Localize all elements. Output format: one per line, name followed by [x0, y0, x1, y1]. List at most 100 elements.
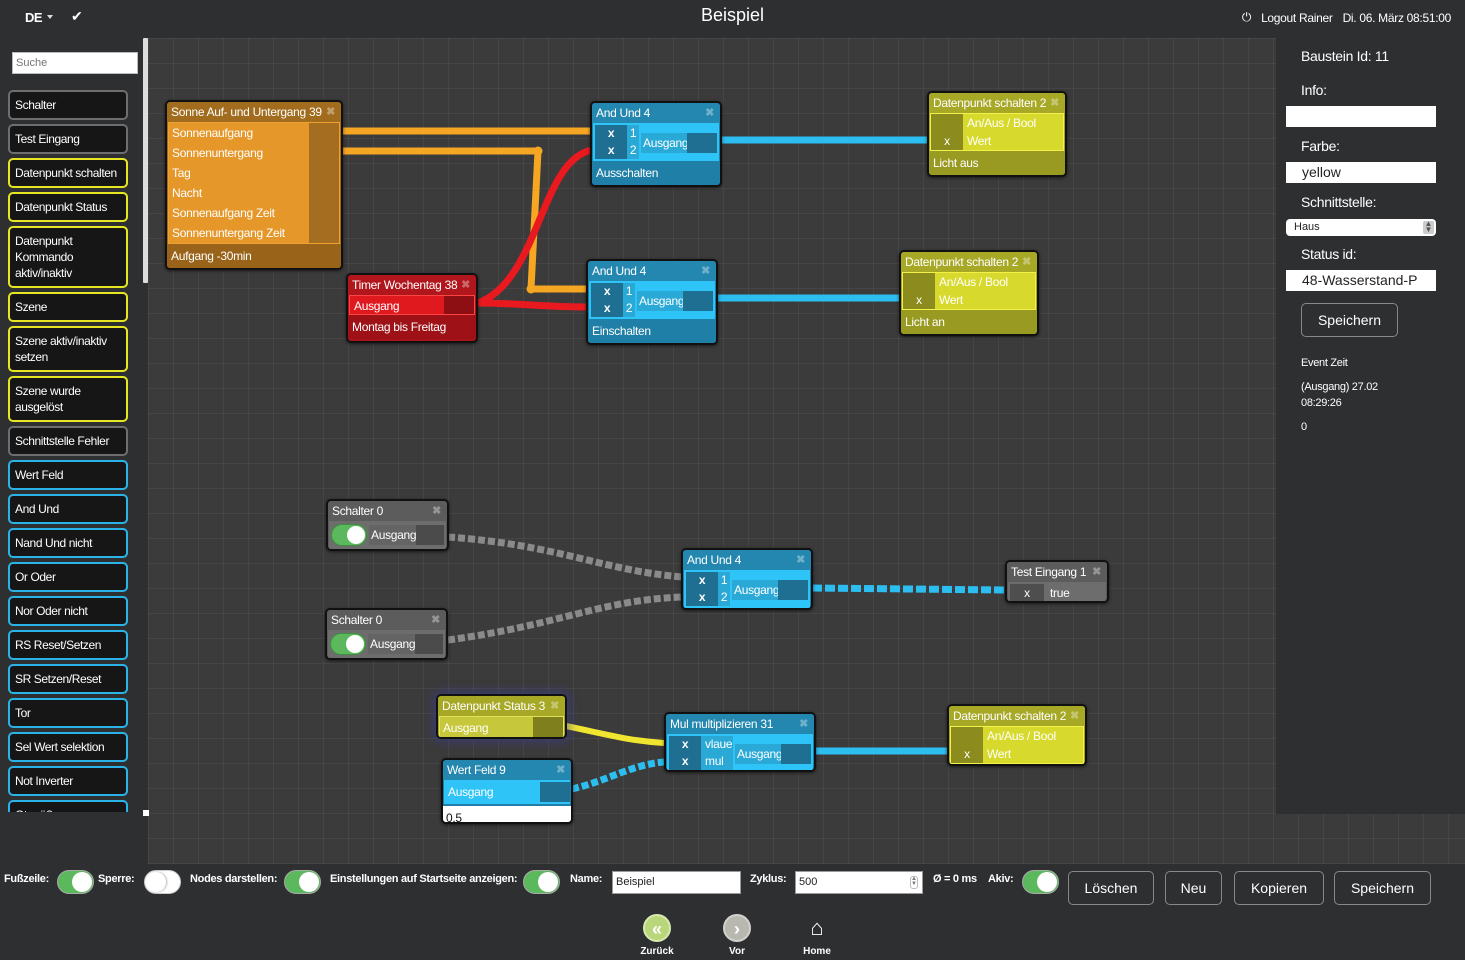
- output-port[interactable]: [416, 525, 444, 545]
- input-port[interactable]: x: [903, 291, 935, 309]
- palette-item[interactable]: And Und: [8, 494, 128, 524]
- palette-item[interactable]: Wert Feld: [8, 460, 128, 490]
- palette-item[interactable]: Datenpunkt schalten: [8, 158, 128, 188]
- palette-item[interactable]: Szene: [8, 292, 128, 322]
- node-header[interactable]: Wert Feld 9 ✖: [443, 760, 571, 780]
- back-nav[interactable]: « Zurück: [632, 914, 682, 957]
- palette-item[interactable]: Sel Wert selektion: [8, 732, 128, 762]
- palette-item[interactable]: Schalter: [8, 90, 128, 120]
- logout-link[interactable]: Logout Rainer: [1261, 11, 1333, 25]
- input-port[interactable]: [951, 727, 983, 745]
- palette-item[interactable]: RS Reset/Setzen: [8, 630, 128, 660]
- node-test-eingang[interactable]: Test Eingang 1 ✖ x true: [1005, 560, 1109, 603]
- nodes-toggle[interactable]: [284, 870, 321, 894]
- close-icon[interactable]: ✖: [550, 696, 559, 716]
- input-port[interactable]: x: [591, 283, 623, 300]
- output-port[interactable]: [778, 580, 808, 600]
- node-header[interactable]: Datenpunkt schalten 2 ✖: [901, 252, 1037, 272]
- node-header[interactable]: Timer Wochentag 38 ✖: [348, 275, 476, 295]
- spinner-icon[interactable]: ▲ ▼: [910, 876, 918, 889]
- status-id-input[interactable]: 48-Wasserstand-P: [1286, 270, 1436, 291]
- startseite-toggle[interactable]: [523, 870, 560, 894]
- switch-toggle[interactable]: [331, 524, 367, 546]
- node-header[interactable]: Datenpunkt schalten 2 ✖: [929, 93, 1065, 113]
- close-icon[interactable]: ✖: [1050, 93, 1059, 113]
- close-icon[interactable]: ✖: [799, 714, 808, 734]
- node-and-ausschalten[interactable]: And Und 4 ✖ x x 1 2 Ausgang Ausschalten: [590, 101, 722, 187]
- aktiv-toggle[interactable]: [1022, 870, 1059, 894]
- palette-item[interactable]: Or Oder: [8, 562, 128, 592]
- palette-item[interactable]: Tor: [8, 698, 128, 728]
- palette-item[interactable]: Nor Oder nicht: [8, 596, 128, 626]
- palette-item[interactable]: Datenpunkt Kommando aktiv/inaktiv: [8, 226, 128, 288]
- close-icon[interactable]: ✖: [796, 550, 805, 570]
- node-sun[interactable]: Sonne Auf- und Untergang 39 ✖ Sonnenaufga…: [165, 100, 343, 270]
- node-header[interactable]: Sonne Auf- und Untergang 39 ✖: [167, 102, 341, 122]
- output-port[interactable]: [309, 143, 339, 163]
- info-input[interactable]: [1286, 106, 1436, 127]
- output-port[interactable]: [415, 634, 443, 654]
- output-port[interactable]: [309, 123, 339, 143]
- output-port[interactable]: [309, 223, 339, 243]
- output-port[interactable]: [683, 291, 713, 311]
- output-port[interactable]: [444, 296, 474, 314]
- close-icon[interactable]: ✖: [1092, 562, 1101, 582]
- input-port[interactable]: x: [1010, 584, 1044, 601]
- node-dp-status[interactable]: Datenpunkt Status 3 ✖ Ausgang: [436, 694, 567, 739]
- node-switch-b[interactable]: Schalter 0 ✖ Ausgang: [325, 608, 448, 660]
- schnittstelle-select[interactable]: Haus ▲ ▼: [1286, 219, 1436, 236]
- power-icon[interactable]: ⏻: [1242, 10, 1252, 25]
- switch-toggle[interactable]: [330, 633, 366, 655]
- close-icon[interactable]: ✖: [705, 103, 714, 123]
- close-icon[interactable]: ✖: [1022, 252, 1031, 272]
- close-icon[interactable]: ✖: [556, 760, 565, 780]
- copy-button[interactable]: Kopieren: [1234, 871, 1324, 905]
- palette-item[interactable]: Schnittstelle Fehler: [8, 426, 128, 456]
- input-port[interactable]: x: [686, 589, 718, 606]
- palette-item[interactable]: Nand Und nicht: [8, 528, 128, 558]
- node-header[interactable]: And Und 4 ✖: [683, 550, 811, 570]
- input-port[interactable]: x: [669, 736, 701, 753]
- node-header[interactable]: And Und 4 ✖: [588, 261, 716, 281]
- input-port[interactable]: x: [591, 300, 623, 317]
- input-port[interactable]: x: [669, 753, 701, 770]
- output-port[interactable]: [781, 744, 811, 764]
- zyklus-input[interactable]: 500 ▲ ▼: [795, 871, 923, 894]
- output-port[interactable]: [309, 203, 339, 223]
- node-dp-c[interactable]: Datenpunkt schalten 2 ✖ An/Aus / Bool x W…: [947, 704, 1087, 766]
- output-port[interactable]: [687, 133, 717, 153]
- output-port[interactable]: [309, 163, 339, 183]
- properties-save-button[interactable]: Speichern: [1301, 303, 1398, 337]
- palette-item[interactable]: Gt größer: [8, 800, 128, 812]
- palette-item[interactable]: Test Eingang: [8, 124, 128, 154]
- node-timer[interactable]: Timer Wochentag 38 ✖ Ausgang Montag bis F…: [346, 273, 478, 343]
- node-header[interactable]: Datenpunkt Status 3 ✖: [438, 696, 565, 716]
- home-nav[interactable]: ⌂ Home: [792, 914, 842, 957]
- node-dp-licht-aus[interactable]: Datenpunkt schalten 2 ✖ An/Aus / Bool x W…: [927, 91, 1067, 177]
- input-port[interactable]: [931, 114, 963, 132]
- node-header[interactable]: Datenpunkt schalten 2 ✖: [949, 706, 1085, 726]
- input-port[interactable]: x: [686, 572, 718, 589]
- fusszeile-toggle[interactable]: [57, 870, 94, 894]
- palette-scrollbar[interactable]: [143, 38, 148, 283]
- node-switch-a[interactable]: Schalter 0 ✖ Ausgang: [326, 499, 449, 551]
- node-header[interactable]: Mul multiplizieren 31 ✖: [666, 714, 814, 734]
- input-port[interactable]: x: [595, 125, 627, 142]
- close-icon[interactable]: ✖: [461, 275, 470, 295]
- forward-nav[interactable]: › Vor: [712, 914, 762, 957]
- node-dp-licht-an[interactable]: Datenpunkt schalten 2 ✖ An/Aus / Bool x W…: [899, 250, 1039, 336]
- palette-item[interactable]: Datenpunkt Status: [8, 192, 128, 222]
- palette-item[interactable]: Szene wurde ausgelöst: [8, 376, 128, 422]
- output-port[interactable]: [533, 717, 563, 737]
- input-port[interactable]: x: [951, 745, 983, 763]
- close-icon[interactable]: ✖: [701, 261, 710, 281]
- resize-handle[interactable]: [143, 810, 149, 816]
- node-and-einschalten[interactable]: And Und 4 ✖ x x 1 2 Ausgang Einschalten: [586, 259, 718, 345]
- close-icon[interactable]: ✖: [326, 102, 335, 122]
- save-button[interactable]: Speichern: [1334, 871, 1431, 905]
- palette-item[interactable]: Szene aktiv/inaktiv setzen: [8, 326, 128, 372]
- node-header[interactable]: Schalter 0 ✖: [328, 501, 447, 521]
- node-and-c[interactable]: And Und 4 ✖ x x 1 2 Ausgang: [681, 548, 813, 610]
- palette-item[interactable]: SR Setzen/Reset: [8, 664, 128, 694]
- node-header[interactable]: Schalter 0 ✖: [327, 610, 446, 630]
